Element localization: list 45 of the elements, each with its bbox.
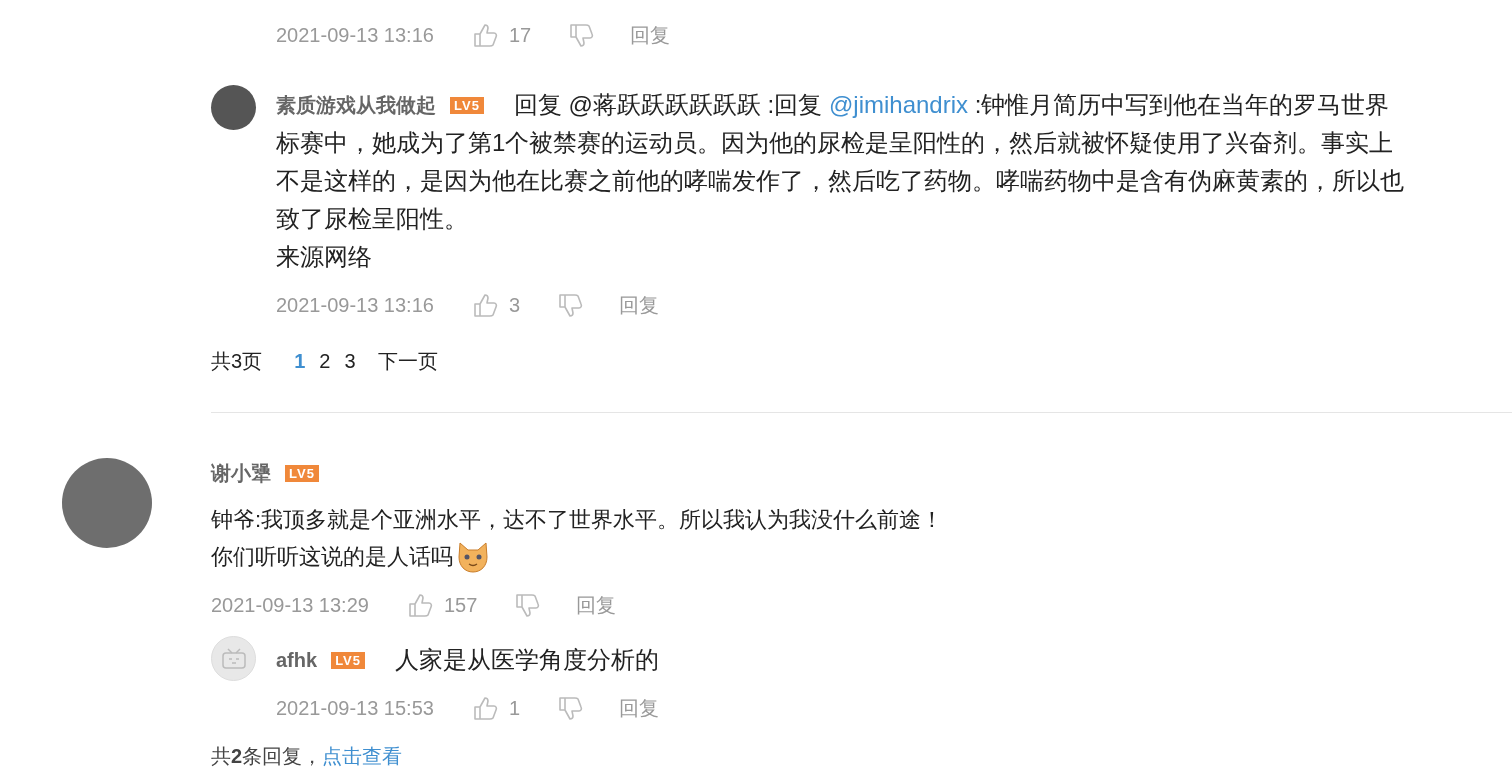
thumbs-up-icon[interactable] bbox=[471, 694, 499, 722]
reply-summary: 共2条回复， bbox=[211, 744, 323, 769]
reply-text: 致了尿检呈阳性。 bbox=[276, 204, 469, 234]
avatar-photo-placeholder[interactable] bbox=[211, 85, 256, 130]
like-count: 157 bbox=[443, 593, 478, 617]
reply-text: 不是这样的，是因为他在比赛之前他的哮喘发作了，然后吃了药物。哮喘药物中是含有伪麻黄素的，所以也 bbox=[276, 166, 1405, 196]
comment-text: 钟爷:我顶多就是个亚洲水平，达不了世界水平。所以我认为我没什么前途！ bbox=[211, 506, 944, 534]
page-count: 共3页 bbox=[211, 348, 263, 374]
username[interactable]: 谢小犟 bbox=[211, 458, 271, 488]
like-count: 17 bbox=[508, 23, 532, 47]
tv-face-icon bbox=[220, 646, 247, 671]
level-badge: LV5 bbox=[285, 464, 319, 482]
reply-link[interactable]: 回复 bbox=[619, 694, 660, 722]
reply-link[interactable]: 回复 bbox=[576, 591, 617, 619]
page-link[interactable]: 2 bbox=[319, 349, 331, 373]
page-link[interactable]: 3 bbox=[344, 349, 356, 373]
timestamp: 2021-09-13 13:16 bbox=[276, 23, 434, 47]
reply-text: 标赛中，她成为了第1个被禁赛的运动员。因为他的尿检是呈阳性的，然后就被怀疑使用了兴奋剂。事实上 bbox=[276, 128, 1395, 158]
reply-text: 人家是从医学角度分析的 bbox=[395, 645, 659, 675]
thumbs-down-icon[interactable] bbox=[557, 291, 585, 319]
thumbs-up-icon[interactable] bbox=[406, 591, 434, 619]
thumbs-down-icon[interactable] bbox=[568, 21, 596, 49]
reply-text: 回复 @蒋跃跃跃跃跃跃 :回复 @jimihandrix :钟惟月简历中写到他在当年的罗马世界 bbox=[513, 90, 1390, 120]
username[interactable]: 素质游戏从我做起 bbox=[276, 91, 436, 119]
next-page-link[interactable]: 下一页 bbox=[377, 347, 438, 375]
timestamp: 2021-09-13 13:16 bbox=[276, 293, 434, 317]
reply-link[interactable]: 回复 bbox=[630, 21, 671, 49]
view-replies-link[interactable]: 点击查看 bbox=[322, 741, 403, 771]
level-badge: LV5 bbox=[331, 651, 365, 669]
thumbs-down-icon[interactable] bbox=[514, 591, 542, 619]
reply-link[interactable]: 回复 bbox=[619, 291, 660, 319]
thumbs-up-icon[interactable] bbox=[471, 291, 499, 319]
thumbs-down-icon[interactable] bbox=[557, 694, 585, 722]
page-link[interactable]: 1 bbox=[294, 349, 306, 373]
mention-link[interactable]: @jimihandrix bbox=[828, 91, 968, 118]
timestamp: 2021-09-13 13:29 bbox=[211, 593, 369, 617]
like-count: 3 bbox=[508, 293, 521, 317]
comment-text: 你们听听这说的是人话吗 bbox=[211, 543, 453, 571]
username[interactable]: afhk bbox=[276, 648, 318, 672]
default-avatar[interactable] bbox=[211, 636, 256, 681]
like-count: 1 bbox=[508, 696, 521, 720]
timestamp: 2021-09-13 15:53 bbox=[276, 696, 434, 720]
reply-text: 来源网络 bbox=[276, 242, 373, 272]
thumbs-up-icon[interactable] bbox=[471, 21, 499, 49]
level-badge: LV5 bbox=[450, 96, 484, 114]
